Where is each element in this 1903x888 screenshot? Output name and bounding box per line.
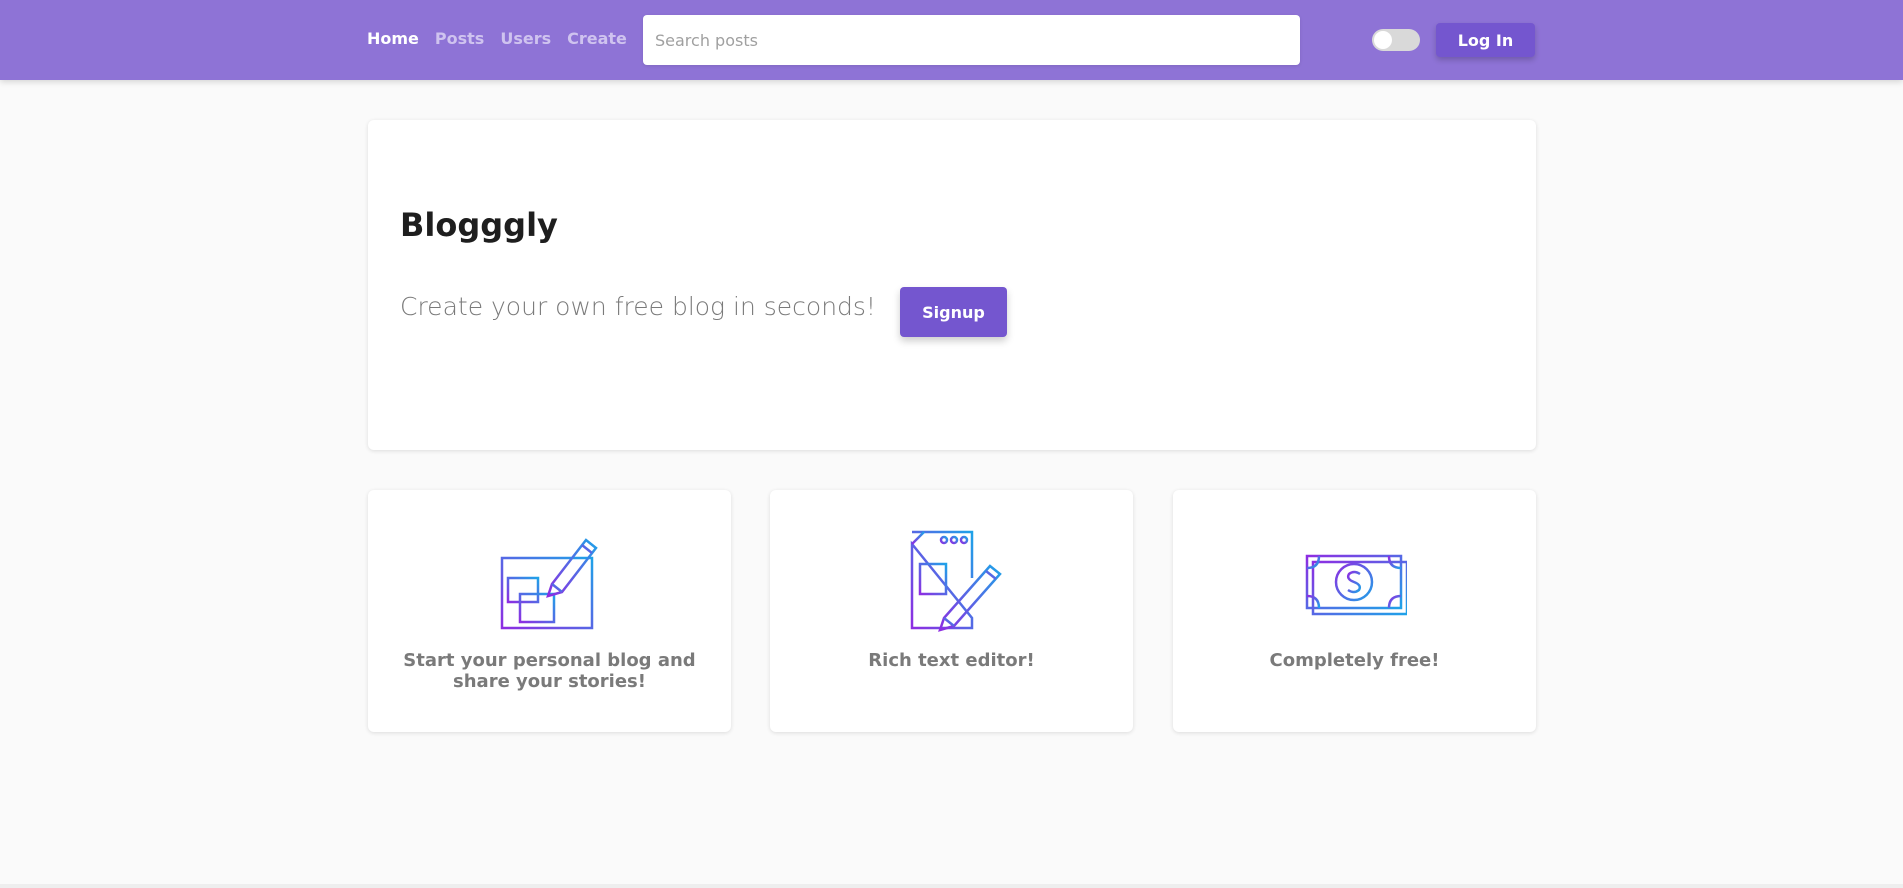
document-pencil-icon [900,528,1004,632]
feature-text: Start your personal blog and share your … [403,650,696,692]
feature-card-rich-text: Rich text editor! [770,490,1133,732]
top-navbar: Home Posts Users Create Log In [0,0,1903,80]
feature-card-personal-blog: Start your personal blog and share your … [368,490,731,732]
nav-link-create[interactable]: Create [567,29,627,48]
nav-link-users[interactable]: Users [500,29,551,48]
feature-text: Completely free! [1269,650,1440,671]
money-bill-icon [1303,528,1409,632]
blog-edit-icon [498,528,602,632]
feature-card-free: Completely free! [1173,490,1536,732]
feature-text: Rich text editor! [868,650,1035,671]
toggle-knob [1374,31,1392,49]
login-button[interactable]: Log In [1436,23,1535,57]
nav-links: Home Posts Users Create [367,29,627,48]
nav-link-home[interactable]: Home [367,29,419,48]
hero-subtitle: Create your own free blog in seconds! [400,292,876,321]
hero-card: Blogggly Create your own free blog in se… [368,120,1536,450]
signup-button[interactable]: Signup [900,287,1007,337]
footer-divider [0,884,1903,888]
hero-title: Blogggly [400,206,558,244]
nav-link-posts[interactable]: Posts [435,29,484,48]
theme-toggle[interactable] [1372,29,1420,51]
search-input[interactable] [643,15,1300,65]
